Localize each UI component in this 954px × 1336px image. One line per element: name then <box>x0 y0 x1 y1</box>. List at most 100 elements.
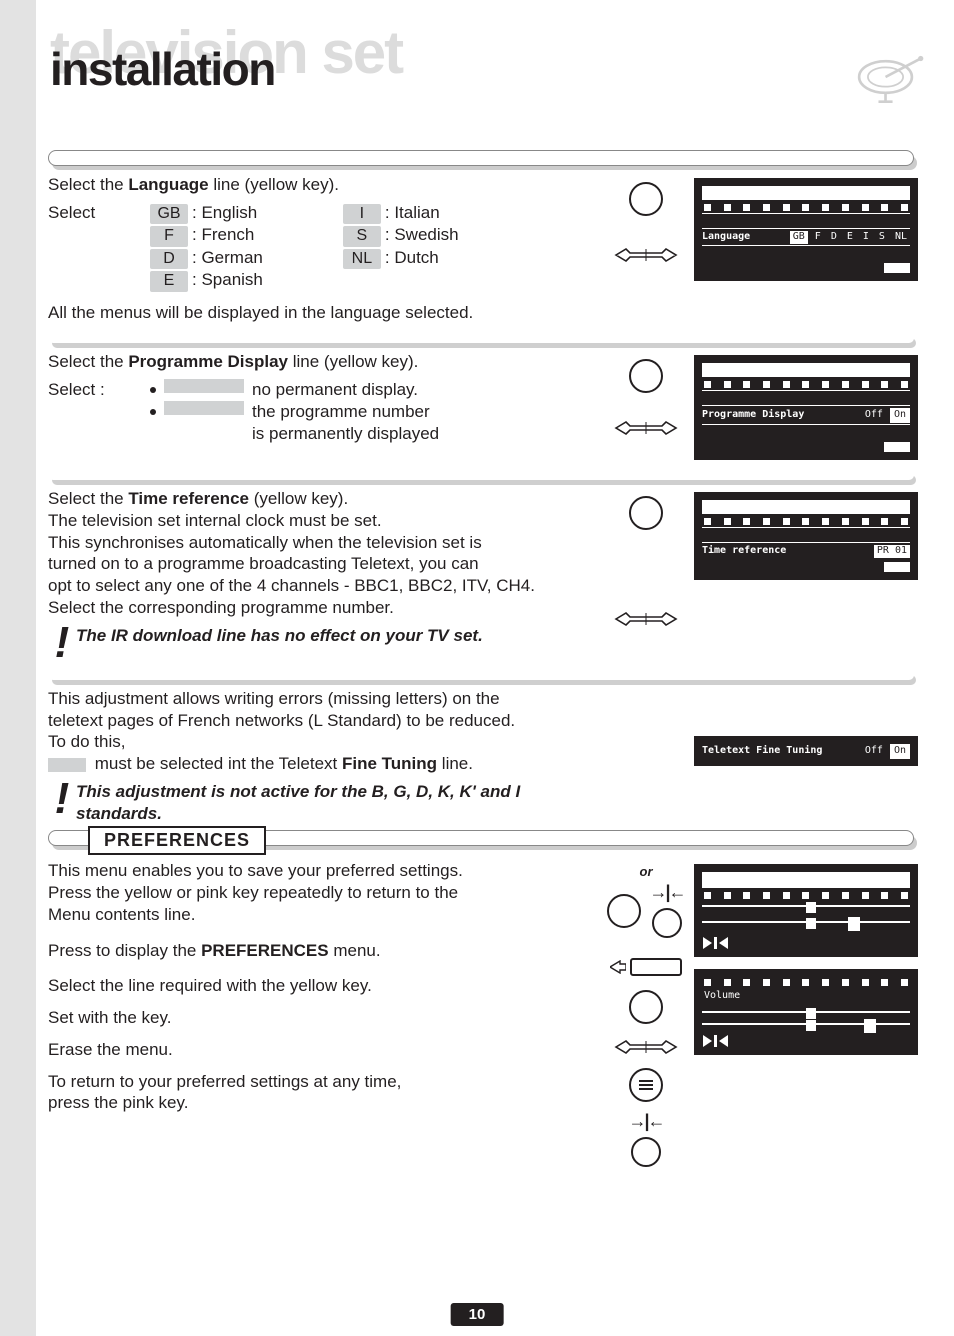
page-root: television set installation Select the L… <box>0 0 954 1336</box>
osd-screen-volume: Volume <box>694 969 918 1055</box>
text: This adjustment allows writing errors (m… <box>48 688 588 710</box>
osd-option: F <box>812 231 824 244</box>
redacted-option <box>164 401 244 415</box>
text: All the menus will be displayed in the l… <box>48 302 588 324</box>
language-column-right: I: Italian S: Swedish NL: Dutch <box>343 202 459 269</box>
preferences-heading: PREFERENCES <box>88 826 266 855</box>
remote-rocker-icon <box>614 610 678 628</box>
caution-icon: ! <box>48 781 76 816</box>
lang-name: : Italian <box>385 202 440 224</box>
section-divider <box>48 333 914 343</box>
text: To return to your preferred settings at … <box>48 1071 588 1093</box>
lang-chip: S <box>343 226 381 246</box>
osd-label: Programme Display <box>702 409 804 422</box>
bullet-icon <box>150 387 156 393</box>
text: (yellow key). <box>249 489 348 508</box>
text: teletext pages of French networks (L Sta… <box>48 710 588 732</box>
text-bold: Fine Tuning <box>342 754 437 773</box>
satellite-dish-icon <box>838 50 926 104</box>
remote-rocker-icon <box>614 1038 678 1056</box>
lang-chip: I <box>343 204 381 224</box>
text: line. <box>437 754 473 773</box>
text-bold: Language <box>128 175 208 194</box>
text: This synchronises automatically when the… <box>48 532 588 554</box>
section-programme-display: Select the Programme Display line (yello… <box>0 343 954 470</box>
remote-yellow-button-icon <box>629 990 663 1024</box>
remote-yellow-button-icon <box>629 496 663 530</box>
remote-yellow-button-icon <box>629 182 663 216</box>
lang-name: : German <box>192 247 263 269</box>
text: Select the <box>48 352 128 371</box>
text: menu. <box>329 941 381 960</box>
section-preferences: This menu enables you to save your prefe… <box>0 856 954 1181</box>
lang-chip: E <box>150 271 188 291</box>
text: Press the yellow or pink key repeatedly … <box>48 882 588 904</box>
caution-text: The IR download line has no effect on yo… <box>76 625 483 647</box>
section-divider <box>48 470 914 480</box>
redacted-option <box>48 758 86 772</box>
text: Select the corresponding programme numbe… <box>48 597 588 619</box>
osd-label: Volume <box>702 988 910 1003</box>
caution-text: standards. <box>76 804 162 823</box>
osd-option: S <box>876 231 888 244</box>
text: The television set internal clock must b… <box>48 510 588 532</box>
osd-option: I <box>860 231 872 244</box>
lang-name: : English <box>192 202 257 224</box>
text: Set with the key. <box>48 1007 588 1029</box>
text: turned on to a programme broadcasting Te… <box>48 553 588 575</box>
remote-menu-button-icon <box>629 1068 663 1102</box>
section-time-reference: Select the Time reference (yellow key). … <box>0 480 954 670</box>
right-arrow-icon <box>610 960 626 974</box>
bullet-icon <box>150 409 156 415</box>
section-teletext-fine-tuning: This adjustment allows writing errors (m… <box>0 680 954 827</box>
osd-option: D <box>828 231 840 244</box>
text: no permanent display. <box>252 379 418 401</box>
osd-value: PR 01 <box>874 545 910 558</box>
osd-option: GB <box>790 231 808 244</box>
lang-name: : Swedish <box>385 224 459 246</box>
text: Press to display the <box>48 941 201 960</box>
lang-name: : French <box>192 224 254 246</box>
lang-chip: F <box>150 226 188 246</box>
osd-option: Off <box>862 409 886 422</box>
text: the programme number <box>252 402 430 421</box>
left-gutter <box>0 0 36 1336</box>
remote-yellow-button-icon <box>607 894 641 928</box>
text: Erase the menu. <box>48 1039 588 1061</box>
osd-option: On <box>890 744 910 759</box>
section-divider <box>48 670 914 680</box>
osd-label: Teletext Fine Tuning <box>702 745 822 758</box>
text: press the pink key. <box>48 1092 588 1114</box>
osd-screen-programme-display: Programme Display Off On <box>694 355 918 460</box>
osd-option: Off <box>862 745 886 758</box>
osd-screen-preferences <box>694 864 918 957</box>
osd-option: E <box>844 231 856 244</box>
page-number: 10 <box>451 1303 504 1326</box>
redacted-option <box>164 379 244 393</box>
preferences-header: PREFERENCES <box>48 826 914 856</box>
osd-option: On <box>890 408 910 423</box>
lang-chip: NL <box>343 249 381 269</box>
language-column-left: GB: English F: French D: German E: Spani… <box>150 202 263 292</box>
remote-rocker-icon <box>614 419 678 437</box>
pink-key-icon: →|← <box>649 881 684 904</box>
remote-pink-button-icon <box>652 908 682 938</box>
text-bold: Programme Display <box>128 352 288 371</box>
remote-rocker-icon <box>614 246 678 264</box>
remote-key-icon <box>630 958 682 976</box>
osd-label: Time reference <box>702 545 786 558</box>
section-divider <box>48 150 914 166</box>
text: must be selected int the Teletext <box>90 754 342 773</box>
text: Menu contents line. <box>48 904 588 926</box>
text: opt to select any one of the 4 channels … <box>48 575 588 597</box>
lang-chip: GB <box>150 204 188 224</box>
caution-text: This adjustment is not active for the B,… <box>76 782 520 801</box>
osd-screen-language: Language GB F D E I S NL <box>694 178 918 281</box>
text-bold: Time reference <box>128 489 249 508</box>
osd-label: Language <box>702 231 750 244</box>
lang-chip: D <box>150 249 188 269</box>
text-bold: PREFERENCES <box>201 941 329 960</box>
select-label: Select <box>48 202 150 224</box>
select-label: Select : <box>48 379 150 401</box>
lang-name: : Spanish <box>192 269 263 291</box>
